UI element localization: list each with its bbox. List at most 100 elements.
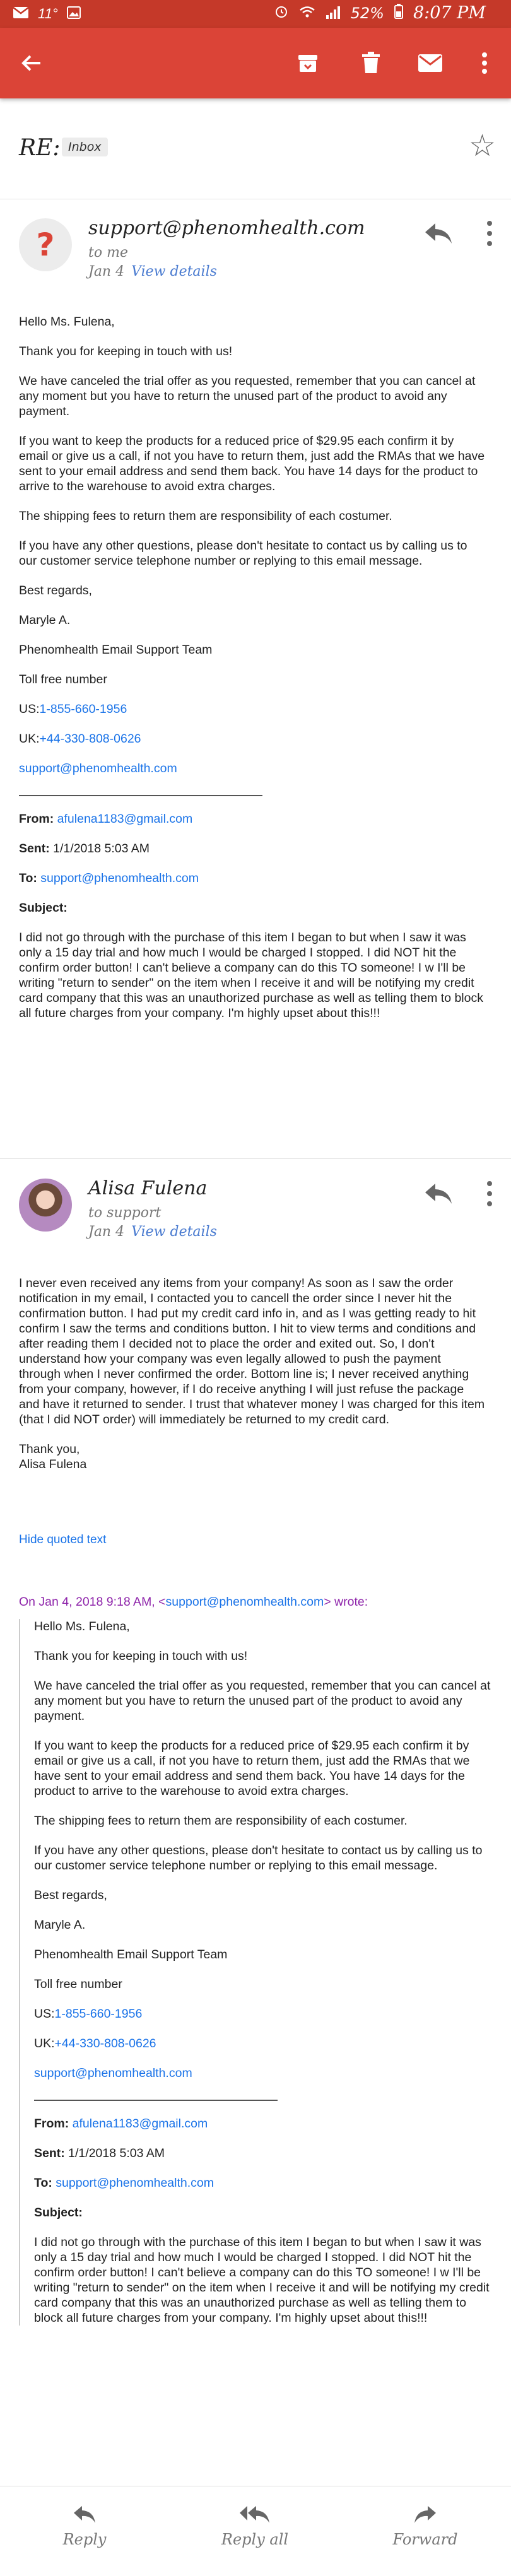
battery-percent: 52% — [350, 4, 384, 22]
sent-value: 1/1/2018 5:03 AM — [68, 2146, 165, 2160]
message-more-icon[interactable] — [486, 221, 493, 246]
to-email-link[interactable]: support@phenomhealth.com — [40, 871, 199, 885]
uk-label: UK: — [19, 732, 40, 746]
message-date: Jan 4 — [88, 264, 125, 279]
body-paragraph: Thank you for keeping in touch with us! — [34, 1649, 248, 1663]
uk-phone-link[interactable]: +44-330-808-0626 — [55, 2037, 156, 2050]
closing: Best regards, — [34, 1888, 107, 1902]
wifi-icon — [299, 3, 315, 23]
more-vert-icon[interactable] — [468, 47, 501, 79]
body-paragraph: If you have any other questions, please … — [34, 1844, 483, 1873]
body-paragraph: Thank you for keeping in touch with us! — [19, 344, 233, 358]
temperature-text: 11° — [38, 5, 58, 21]
message-more-icon[interactable] — [486, 1181, 493, 1206]
thread-subject: RE: — [19, 135, 61, 161]
sent-line: Sent: 1/1/2018 5:03 AM — [19, 841, 486, 856]
signoff: Thank you, Alisa Fulena — [19, 1442, 486, 1472]
subject-line: Subject: — [19, 900, 486, 915]
clock-time: 8:07 PM — [413, 3, 486, 23]
gmail-notification-icon — [13, 4, 29, 23]
message-divider — [0, 1158, 511, 1159]
alisa-avatar — [19, 1179, 72, 1232]
archive-icon[interactable] — [291, 47, 324, 79]
from-email-link[interactable]: afulena1183@gmail.com — [57, 812, 193, 826]
reply-icon — [74, 2506, 95, 2523]
to-line: To: support@phenomhealth.com — [34, 2175, 492, 2191]
status-bar: 11° 52% 8:07 PM — [0, 0, 511, 28]
toll-free-label: Toll free number — [34, 1977, 122, 1991]
bottom-action-bar: Reply Reply all Forward — [0, 2486, 511, 2576]
body-paragraph: We have canceled the trial offer as you … — [34, 1679, 491, 1723]
star-icon[interactable]: ☆ — [469, 131, 496, 162]
greeting: Hello Ms. Fulena, — [34, 1620, 130, 1633]
reply-all-button[interactable]: Reply all — [192, 2504, 318, 2548]
signoff-name: Alisa Fulena — [19, 1457, 87, 1471]
support-email-link[interactable]: support@phenomhealth.com — [34, 2066, 192, 2080]
us-phone-link[interactable]: 1-855-660-1956 — [55, 2007, 143, 2021]
subject-line: Subject: — [34, 2205, 492, 2220]
original-message: I did not go through with the purchase o… — [19, 931, 483, 1020]
view-details-link[interactable]: View details — [131, 264, 217, 279]
from-line: From: afulena1183@gmail.com — [19, 811, 486, 826]
quoted-message: Hello Ms. Fulena, Thank you for keeping … — [19, 1619, 492, 2326]
app-bar — [0, 28, 511, 98]
message-body-support: Hello Ms. Fulena, Thank you for keeping … — [19, 314, 486, 1035]
message-header-support[interactable]: ? support@phenomhealth.com to me Jan 4 V… — [0, 202, 511, 297]
alarm-icon — [274, 3, 289, 23]
signoff-text: Thank you, — [19, 1442, 80, 1456]
support-email-link[interactable]: support@phenomhealth.com — [19, 762, 177, 775]
us-phone-line: US:1-855-660-1956 — [34, 2006, 492, 2021]
message-header-alisa[interactable]: Alisa Fulena to support Jan 4 View detai… — [0, 1162, 511, 1257]
body-paragraph: If you have any other questions, please … — [19, 539, 467, 568]
message-date: Jan 4 — [88, 1224, 125, 1240]
sender-name: support@phenomhealth.com — [88, 217, 365, 239]
sender-name: Alisa Fulena — [88, 1177, 208, 1199]
battery-icon — [394, 3, 403, 23]
us-phone-line: US:1-855-660-1956 — [19, 702, 486, 717]
forward-button[interactable]: Forward — [362, 2504, 488, 2548]
reply-button[interactable]: Reply — [21, 2504, 148, 2548]
forward-icon — [414, 2506, 436, 2523]
from-label: From: — [34, 2117, 69, 2131]
to-email-link[interactable]: support@phenomhealth.com — [56, 2176, 214, 2190]
greeting: Hello Ms. Fulena, — [19, 315, 115, 329]
body-paragraph: The shipping fees to return them are res… — [19, 509, 392, 523]
inbox-label-chip[interactable]: Inbox — [62, 138, 108, 156]
image-notification-icon — [66, 4, 81, 23]
body-paragraph: If you want to keep the products for a r… — [19, 434, 485, 493]
toll-free-label: Toll free number — [19, 673, 107, 686]
sent-label: Sent: — [34, 2146, 65, 2160]
us-label: US: — [34, 2007, 55, 2021]
hide-quoted-text-link[interactable]: Hide quoted text — [19, 1533, 106, 1547]
closing: Best regards, — [19, 584, 92, 597]
reply-all-label: Reply all — [221, 2531, 289, 2548]
quote-intro: On Jan 4, 2018 9:18 AM, < — [19, 1595, 166, 1609]
separator-line — [34, 2100, 278, 2101]
body-paragraph: We have canceled the trial offer as you … — [19, 374, 476, 418]
quote-email-link[interactable]: support@phenomhealth.com — [166, 1595, 324, 1609]
reply-label: Reply — [62, 2531, 107, 2548]
uk-phone-link[interactable]: +44-330-808-0626 — [40, 732, 141, 746]
agent-name: Maryle A. — [19, 613, 71, 627]
mail-icon[interactable] — [414, 47, 447, 79]
quote-outro: > wrote: — [324, 1595, 368, 1609]
sent-value: 1/1/2018 5:03 AM — [53, 842, 150, 856]
us-label: US: — [19, 702, 40, 716]
delete-icon[interactable] — [355, 47, 387, 79]
view-details-link[interactable]: View details — [131, 1224, 217, 1240]
agent-name: Maryle A. — [34, 1918, 86, 1932]
support-email-line: support@phenomhealth.com — [19, 761, 486, 776]
team-name: Phenomhealth Email Support Team — [34, 1948, 228, 1961]
body-paragraph: I never even received any items from you… — [19, 1276, 485, 1426]
to-line: To: support@phenomhealth.com — [19, 871, 486, 886]
uk-phone-line: UK:+44-330-808-0626 — [34, 2036, 492, 2051]
reply-icon[interactable] — [423, 1181, 454, 1206]
to-label: To: — [19, 871, 37, 885]
us-phone-link[interactable]: 1-855-660-1956 — [40, 702, 127, 716]
original-message: I did not go through with the purchase o… — [34, 2235, 490, 2325]
from-email-link[interactable]: afulena1183@gmail.com — [73, 2117, 208, 2131]
uk-phone-line: UK:+44-330-808-0626 — [19, 731, 486, 746]
reply-icon[interactable] — [423, 221, 454, 246]
message-date-line: Jan 4 View details — [88, 1224, 217, 1240]
arrow-back-icon[interactable] — [15, 47, 48, 79]
